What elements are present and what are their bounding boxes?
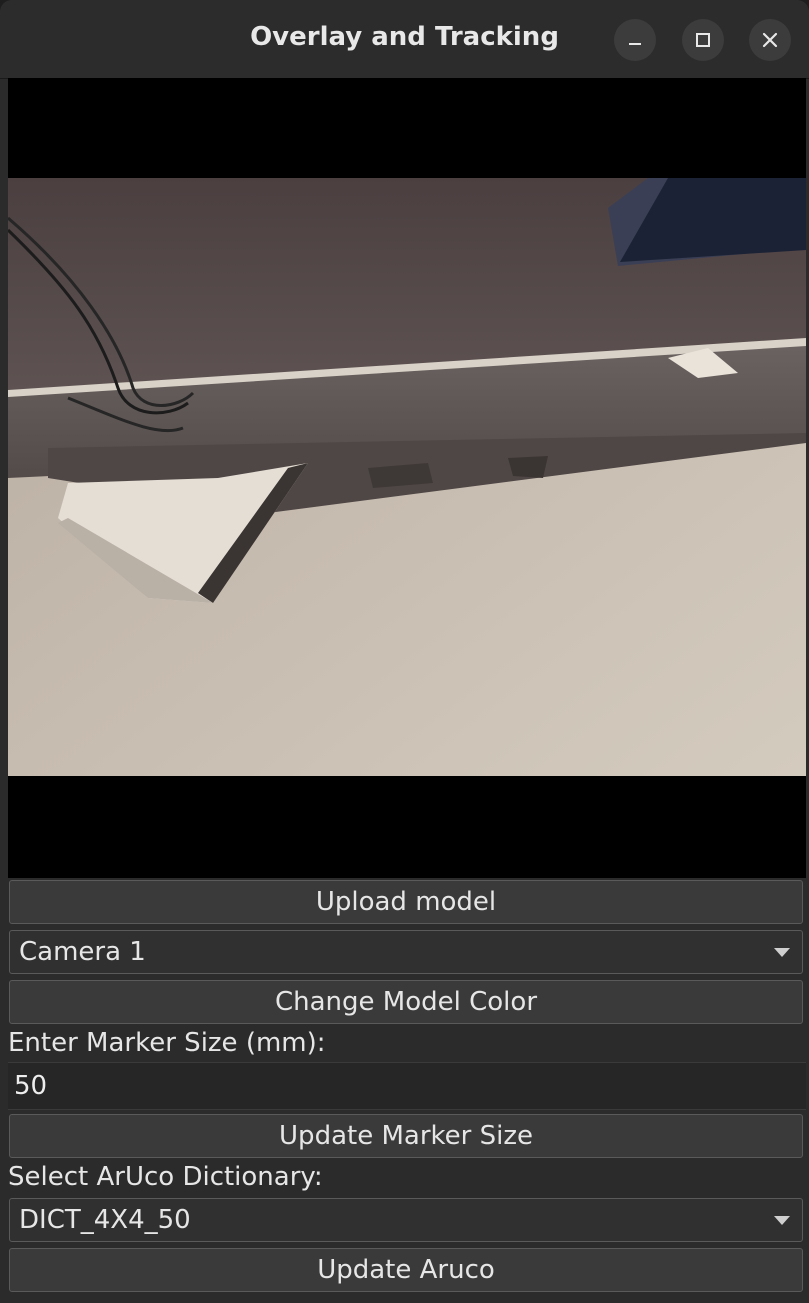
- aruco-dictionary-select[interactable]: DICT_4X4_50: [9, 1198, 803, 1242]
- camera-viewport: [8, 78, 806, 878]
- minimize-icon: [629, 43, 641, 45]
- app-window: Overlay and Tracking Upload model Camera…: [0, 0, 809, 1303]
- chevron-down-icon: [774, 1216, 790, 1225]
- minimize-button[interactable]: [614, 19, 656, 61]
- marker-size-input[interactable]: 50: [8, 1062, 806, 1110]
- maximize-button[interactable]: [682, 19, 724, 61]
- aruco-dictionary-label: Select ArUco Dictionary:: [8, 1162, 323, 1192]
- camera-select[interactable]: Camera 1: [9, 930, 803, 974]
- chevron-down-icon: [774, 948, 790, 957]
- title-bar[interactable]: Overlay and Tracking: [0, 0, 809, 79]
- close-button[interactable]: [749, 19, 791, 61]
- upload-model-button[interactable]: Upload model: [9, 880, 803, 924]
- close-icon: [762, 32, 778, 48]
- aruco-select-value: DICT_4X4_50: [19, 1205, 191, 1235]
- update-aruco-button[interactable]: Update Aruco: [9, 1248, 803, 1292]
- camera-select-value: Camera 1: [19, 937, 146, 967]
- camera-feed-image: [8, 178, 806, 776]
- change-model-color-button[interactable]: Change Model Color: [9, 980, 803, 1024]
- marker-size-label: Enter Marker Size (mm):: [8, 1028, 326, 1058]
- update-marker-size-button[interactable]: Update Marker Size: [9, 1114, 803, 1158]
- maximize-icon: [696, 33, 710, 47]
